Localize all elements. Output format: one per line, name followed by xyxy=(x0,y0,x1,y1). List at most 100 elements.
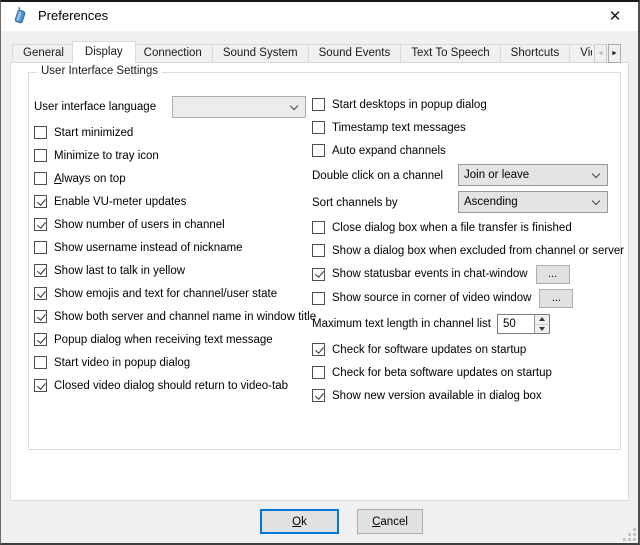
checkbox-row: Show new version available in dialog box xyxy=(312,384,615,407)
checkbox-row: Show emojis and text for channel/user st… xyxy=(34,282,311,305)
checkbox-row: Show number of users in channel xyxy=(34,213,311,236)
checkbox-timestamp-text-messages[interactable] xyxy=(312,121,325,134)
checkbox-row: Enable VU-meter updates xyxy=(34,190,311,213)
left-checkbox-list: Start minimized Minimize to tray icon Alwa… xyxy=(34,121,311,397)
language-label: User interface language xyxy=(34,101,156,113)
preferences-dialog: Preferences ✕ GeneralDisplayConnectionSo… xyxy=(0,0,640,545)
checkbox-close-dialog-box-when-a-file-tra[interactable] xyxy=(312,221,325,234)
spinner-maximum-text-length-in-channel-l[interactable]: 50 xyxy=(497,314,550,334)
checkbox-show-statusbar-events-in-chat-wi[interactable] xyxy=(312,268,325,281)
checkbox-row: Start video in popup dialog xyxy=(34,351,311,374)
checkbox-label: Show emojis and text for channel/user st… xyxy=(54,288,277,300)
tab-scroll-buttons: ◄ ► xyxy=(593,44,621,63)
spin-down-icon[interactable] xyxy=(535,324,549,334)
tab-text-to-speech[interactable]: Text To Speech xyxy=(400,44,500,63)
dropdown-sort-channels-by[interactable]: Ascending xyxy=(458,191,608,213)
language-row: User interface language xyxy=(34,93,311,121)
checkbox-start-desktops-in-popup-dialog[interactable] xyxy=(312,98,325,111)
ok-button[interactable]: Ok xyxy=(260,509,339,534)
checkbox-auto-expand-channels[interactable] xyxy=(312,144,325,157)
checkbox-enable-vu-meter-updates[interactable] xyxy=(34,195,47,208)
checkbox-row: Show last to talk in yellow xyxy=(34,259,311,282)
checkbox-label: Enable VU-meter updates xyxy=(54,196,186,208)
tab-general[interactable]: General xyxy=(12,44,75,63)
checkbox-start-minimized[interactable] xyxy=(34,126,47,139)
right-column: Start desktops in popup dialog Timestamp … xyxy=(312,93,615,407)
checkbox-label: Show new version available in dialog box xyxy=(332,390,542,402)
checkbox-label: Show username instead of nickname xyxy=(54,242,243,254)
checkbox-show-source-in-corner-of-video-w[interactable] xyxy=(312,292,325,305)
tab-sound-events[interactable]: Sound Events xyxy=(308,44,402,63)
checkbox-row: Always on top xyxy=(34,167,311,190)
combo-label: Sort channels by xyxy=(312,197,398,209)
checkbox-check-for-software-updates-on-st[interactable] xyxy=(312,343,325,356)
dropdown-value: Ascending xyxy=(464,196,518,208)
checkbox-row: Check for beta software updates on start… xyxy=(312,361,615,384)
checkbox-label: Show source in corner of video window xyxy=(332,292,531,304)
spinner-value: 50 xyxy=(498,315,534,333)
language-dropdown[interactable] xyxy=(172,96,306,118)
checkbox-row: Start minimized xyxy=(34,121,311,144)
chevron-down-icon xyxy=(290,101,298,109)
checkbox-label: Start minimized xyxy=(54,127,133,139)
checkbox-show-emojis-and-text-for-channel[interactable] xyxy=(34,287,47,300)
combo-label: Double click on a channel xyxy=(312,170,443,182)
checkbox-row: Timestamp text messages xyxy=(312,116,615,139)
window-title: Preferences xyxy=(38,0,108,31)
checkbox-row: Popup dialog when receiving text message xyxy=(34,328,311,351)
tab-shortcuts[interactable]: Shortcuts xyxy=(500,44,571,63)
checkbox-row: Minimize to tray icon xyxy=(34,144,311,167)
checkbox-label: Start desktops in popup dialog xyxy=(332,99,487,111)
checkbox-start-video-in-popup-dialog[interactable] xyxy=(34,356,47,369)
checkbox-row: Show a dialog box when excluded from cha… xyxy=(312,239,615,262)
checkbox-minimize-to-tray-icon[interactable] xyxy=(34,149,47,162)
checkbox-label: Show number of users in channel xyxy=(54,219,225,231)
checkbox-row: Show statusbar events in chat-window... xyxy=(312,262,615,286)
ellipsis-button-show-statusbar-events-in-chat-wi[interactable]: ... xyxy=(536,265,570,284)
checkbox-closed-video-dialog-should-retur[interactable] xyxy=(34,379,47,392)
tab-connection[interactable]: Connection xyxy=(133,44,213,63)
checkbox-label: Show statusbar events in chat-window xyxy=(332,268,528,280)
checkbox-row: Start desktops in popup dialog xyxy=(312,93,615,116)
checkbox-show-a-dialog-box-when-excluded-[interactable] xyxy=(312,244,325,257)
title-bar[interactable]: Preferences ✕ xyxy=(0,0,640,31)
tab-display[interactable]: Display xyxy=(72,41,136,63)
checkbox-label: Minimize to tray icon xyxy=(54,150,159,162)
tab-sound-system[interactable]: Sound System xyxy=(212,44,309,63)
spin-up-icon[interactable] xyxy=(535,315,549,324)
app-icon xyxy=(11,7,29,25)
display-tab-panel: User Interface Settings User interface l… xyxy=(10,62,629,501)
left-column: User interface language Start minimized M… xyxy=(34,93,311,397)
chevron-down-icon xyxy=(592,196,600,204)
checkbox-label: Show a dialog box when excluded from cha… xyxy=(332,245,624,257)
resize-grip[interactable] xyxy=(623,528,636,541)
checkbox-label: Start video in popup dialog xyxy=(54,357,190,369)
checkbox-show-both-server-and-channel-nam[interactable] xyxy=(34,310,47,323)
chevron-down-icon xyxy=(592,169,600,177)
checkbox-label: Show last to talk in yellow xyxy=(54,265,185,277)
checkbox-label: Closed video dialog should return to vid… xyxy=(54,380,288,392)
tab-bar: GeneralDisplayConnectionSound SystemSoun… xyxy=(10,41,592,63)
checkbox-show-new-version-available-in-di[interactable] xyxy=(312,389,325,402)
spinner-row: Maximum text length in channel list 50 xyxy=(312,310,615,338)
tab-scroll-right-icon[interactable]: ► xyxy=(608,44,621,63)
ellipsis-button-show-source-in-corner-of-video-w[interactable]: ... xyxy=(539,289,573,308)
checkbox-always-on-top[interactable] xyxy=(34,172,47,185)
tab-scroll-left-icon[interactable]: ◄ xyxy=(594,44,607,63)
spinner-label: Maximum text length in channel list xyxy=(312,318,491,330)
cancel-button[interactable]: Cancel xyxy=(357,509,423,534)
checkbox-row: Show both server and channel name in win… xyxy=(34,305,311,328)
dropdown-double-click-on-a-channel[interactable]: Join or leave xyxy=(458,164,608,186)
spinner-buttons xyxy=(534,315,549,333)
close-icon[interactable]: ✕ xyxy=(594,2,636,30)
checkbox-show-number-of-users-in-channel[interactable] xyxy=(34,218,47,231)
tab-video[interactable]: Video xyxy=(569,44,592,63)
checkbox-row: Show username instead of nickname xyxy=(34,236,311,259)
checkbox-label: Close dialog box when a file transfer is… xyxy=(332,222,572,234)
checkbox-show-last-to-talk-in-yellow[interactable] xyxy=(34,264,47,277)
checkbox-label: Check for beta software updates on start… xyxy=(332,367,552,379)
spin-up-icon xyxy=(539,317,545,321)
checkbox-show-username-instead-of-nicknam[interactable] xyxy=(34,241,47,254)
checkbox-check-for-beta-software-updates-[interactable] xyxy=(312,366,325,379)
checkbox-popup-dialog-when-receiving-text[interactable] xyxy=(34,333,47,346)
